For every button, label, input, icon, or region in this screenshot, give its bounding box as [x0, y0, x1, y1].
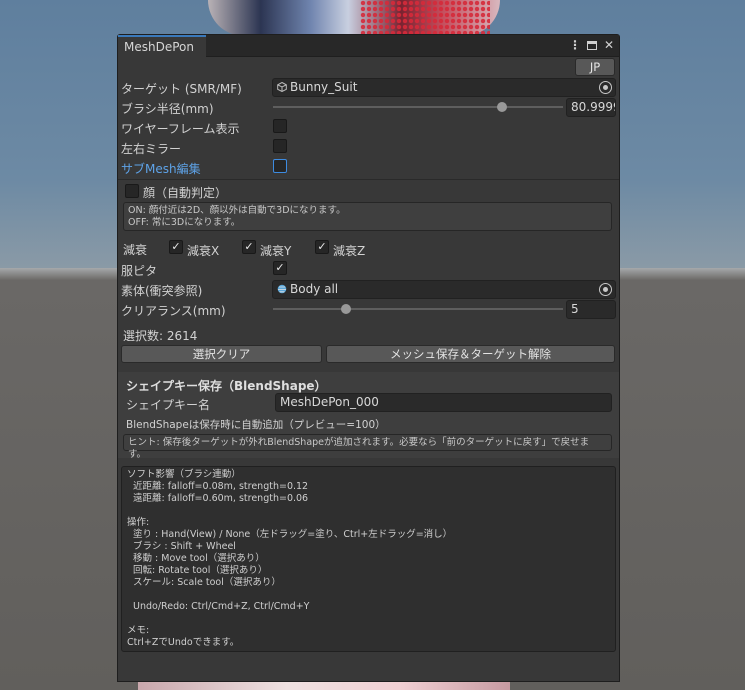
face-help-line2: OFF: 常に3Dになります。 [128, 217, 241, 228]
face-help-box: ON: 顔付近は2D、顔以外は自動で3Dになります。 OFF: 常に3Dになりま… [123, 202, 612, 231]
clearance-label: クリアランス(mm) [121, 304, 226, 318]
mirror-label: 左右ミラー [121, 142, 182, 156]
brush-radius-input[interactable]: 80.9999 [566, 98, 616, 117]
info-line [127, 505, 610, 517]
save-mesh-release-target-button[interactable]: メッシュ保存＆ターゲット解除 [326, 345, 615, 363]
submesh-checkbox[interactable] [273, 159, 287, 173]
selected-vertices [360, 0, 490, 34]
checkmark-icon: ✓ [171, 240, 181, 253]
checkmark-icon: ✓ [275, 261, 285, 274]
shapekey-hint: ヒント: 保存後ターゲットが外れBlendShapeが追加されます。必要なら「前… [128, 437, 590, 460]
face-auto-checkbox[interactable] [125, 184, 139, 198]
target-object-value: Bunny_Suit [290, 80, 358, 94]
info-line: ソフト影響（ブラシ連動） [127, 469, 241, 480]
info-line: 塗り : Hand(View) / None（左ドラッグ=塗り、Ctrl+左ドラ… [127, 529, 453, 540]
info-line [127, 589, 610, 601]
clear-selection-button[interactable]: 選択クリア [121, 345, 322, 363]
face-auto-label: 顔（自動判定） [143, 186, 228, 200]
info-line: スケール: Scale tool（選択あり） [127, 577, 281, 588]
info-text-area[interactable]: ソフト影響（ブラシ連動） 近距離: falloff=0.08m, strengt… [121, 466, 616, 652]
submesh-label: サブMesh編集 [121, 162, 201, 176]
info-line: ブラシ : Shift + Wheel [127, 541, 236, 552]
cube-icon [277, 80, 287, 93]
clothes-fit-label: 服ピタ [121, 264, 158, 278]
divider [118, 179, 619, 180]
checkmark-icon: ✓ [244, 240, 254, 253]
info-line: メモ: [127, 625, 150, 636]
close-icon[interactable]: ✕ [603, 38, 615, 52]
brush-radius-slider-thumb[interactable] [497, 102, 508, 112]
clearance-slider[interactable] [273, 308, 563, 310]
info-line: Ctrl+ZでUndoできます。 [127, 637, 240, 648]
info-line: 操作: [127, 517, 150, 528]
shapekey-name-label: シェイプキー名 [126, 398, 211, 412]
info-line: Undo/Redo: Ctrl/Cmd+Z, Ctrl/Cmd+Y [127, 601, 310, 612]
brush-radius-label: ブラシ半径(mm) [121, 102, 214, 116]
body-object-field[interactable]: Body all [272, 280, 616, 299]
body-object-value: Body all [290, 282, 339, 296]
falloff-z-label: 減衰Z [333, 244, 366, 258]
meshdepon-window: MeshDePon ⋮ ✕ JP ターゲット (SMR/MF) Bunny_Su… [117, 34, 620, 682]
shapekey-section-title: シェイプキー保存（BlendShape） [126, 379, 327, 393]
falloff-x-label: 減衰X [187, 244, 220, 258]
selection-count: 選択数: 2614 [123, 329, 198, 343]
info-line: 近距離: falloff=0.08m, strength=0.12 [127, 481, 309, 492]
info-line: 移動 : Move tool（選択あり） [127, 553, 265, 564]
info-line [127, 613, 610, 625]
falloff-label: 減衰 [123, 243, 148, 257]
wireframe-checkbox[interactable] [273, 119, 287, 133]
checkmark-icon: ✓ [317, 240, 327, 253]
object-picker-icon[interactable] [599, 81, 612, 94]
window-tab[interactable]: MeshDePon [118, 35, 206, 57]
falloff-y-label: 減衰Y [260, 244, 292, 258]
object-picker-icon[interactable] [599, 283, 612, 296]
falloff-x-checkbox[interactable]: ✓ [169, 240, 183, 254]
mesh-sphere-icon [277, 282, 287, 294]
language-button[interactable]: JP [575, 58, 615, 76]
target-object-field[interactable]: Bunny_Suit [272, 78, 616, 97]
window-titlebar: MeshDePon ⋮ ✕ [118, 35, 619, 57]
info-line: 回転: Rotate tool（選択あり） [127, 565, 268, 576]
maximize-icon[interactable] [587, 40, 597, 50]
shapekey-note: BlendShapeは保存時に自動追加（プレビュー=100） [126, 419, 386, 431]
brush-radius-slider[interactable] [273, 106, 563, 108]
face-help-line1: ON: 顔付近は2D、顔以外は自動で3Dになります。 [128, 205, 346, 216]
clothes-fit-checkbox[interactable]: ✓ [273, 261, 287, 275]
shapekey-hint-box: ヒント: 保存後ターゲットが外れBlendShapeが追加されます。必要なら「前… [123, 434, 612, 460]
target-label: ターゲット (SMR/MF) [121, 82, 242, 96]
wireframe-label: ワイヤーフレーム表示 [121, 122, 240, 136]
clearance-slider-thumb[interactable] [340, 304, 351, 314]
body-label: 素体(衝突参照) [121, 284, 203, 298]
falloff-z-checkbox[interactable]: ✓ [315, 240, 329, 254]
info-line: 遠距離: falloff=0.60m, strength=0.06 [127, 493, 309, 504]
more-options-icon[interactable]: ⋮ [569, 38, 581, 52]
shapekey-name-input[interactable]: MeshDePon_000 [275, 393, 612, 412]
falloff-y-checkbox[interactable]: ✓ [242, 240, 256, 254]
clearance-input[interactable]: 5 [566, 300, 616, 319]
mirror-checkbox[interactable] [273, 139, 287, 153]
